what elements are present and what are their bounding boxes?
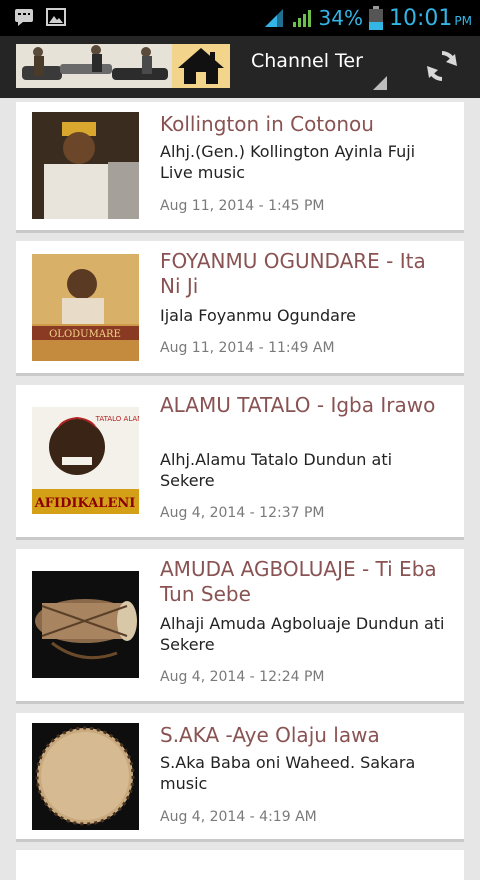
item-title: FOYANMU OGUNDARE - Ita Ni Ji bbox=[160, 249, 426, 298]
item-date: Aug 4, 2014 - 4:19 AM bbox=[160, 809, 317, 825]
item-subtitle: Alhj.Alamu Tatalo Dundun ati Sekere bbox=[160, 450, 393, 490]
spinner-dropdown-icon[interactable] bbox=[373, 76, 387, 90]
message-notification-icon bbox=[15, 9, 33, 26]
app-logo-banner[interactable] bbox=[16, 44, 230, 88]
status-bar: 34% 10:01 PM bbox=[0, 0, 480, 36]
item-thumbnail: TATALO ALAMU AFIDIKALENI bbox=[32, 407, 139, 514]
item-date: Aug 4, 2014 - 12:24 PM bbox=[160, 669, 325, 685]
wifi-signal-icon bbox=[264, 9, 283, 27]
kollington-photo-image bbox=[32, 112, 139, 219]
album-badge-text: TATALO ALAMU bbox=[95, 415, 139, 423]
item-subtitle: Ijala Foyanmu Ogundare bbox=[160, 306, 357, 325]
frame-drum-image bbox=[32, 723, 139, 830]
list-item[interactable]: OLODUMARE FOYANMU OGUNDARE - Ita Ni Ji I… bbox=[16, 241, 464, 376]
talking-drum-image bbox=[32, 571, 139, 678]
item-date: Aug 11, 2014 - 11:49 AM bbox=[160, 340, 335, 356]
action-bar: Channel Ter bbox=[0, 36, 480, 98]
list-item[interactable]: TATALO ALAMU AFIDIKALENI ALAMU TATALO - … bbox=[16, 385, 464, 540]
image-notification-icon bbox=[46, 8, 66, 26]
list-item[interactable]: S.AKA -Aye Olaju lawa S.Aka Baba oni Wah… bbox=[16, 713, 464, 842]
home-button[interactable] bbox=[172, 44, 230, 88]
battery-icon bbox=[369, 6, 383, 30]
olodumare-album-cover-image: OLODUMARE bbox=[32, 254, 139, 361]
refresh-icon[interactable] bbox=[424, 48, 460, 84]
item-thumbnail bbox=[32, 112, 139, 219]
tatalo-album-cover-image: TATALO ALAMU AFIDIKALENI bbox=[32, 407, 139, 514]
item-title: S.AKA -Aye Olaju lawa bbox=[160, 723, 380, 747]
cell-signal-icon bbox=[292, 10, 311, 27]
item-subtitle: Alhj.(Gen.) Kollington Ayinla Fuji Live … bbox=[160, 142, 416, 182]
drummers-banner-image bbox=[16, 44, 172, 88]
item-date: Aug 4, 2014 - 12:37 PM bbox=[160, 505, 325, 521]
item-thumbnail bbox=[32, 571, 139, 678]
channel-spinner[interactable]: Channel Ter bbox=[251, 50, 363, 72]
battery-percentage: 34% bbox=[318, 6, 363, 30]
clock-ampm: PM bbox=[454, 14, 472, 28]
item-title: ALAMU TATALO - Igba Irawo bbox=[160, 393, 436, 417]
item-title: AMUDA AGBOLUAJE - Ti Eba Tun Sebe bbox=[160, 557, 437, 606]
album-title-text: AFIDIKALENI bbox=[34, 496, 136, 511]
clock-time: 10:01 bbox=[389, 5, 453, 31]
item-title: Kollington in Cotonou bbox=[160, 112, 374, 136]
list-item[interactable]: AMUDA AGBOLUAJE - Ti Eba Tun Sebe Alhaji… bbox=[16, 549, 464, 704]
list-item[interactable] bbox=[16, 850, 464, 880]
album-text: OLODUMARE bbox=[49, 329, 121, 340]
list-item[interactable]: Kollington in Cotonou Alhj.(Gen.) Kollin… bbox=[16, 102, 464, 233]
item-thumbnail bbox=[32, 723, 139, 830]
item-subtitle: S.Aka Baba oni Waheed. Sakara music bbox=[160, 753, 416, 793]
item-thumbnail: OLODUMARE bbox=[32, 254, 139, 361]
home-icon bbox=[178, 48, 224, 84]
item-date: Aug 11, 2014 - 1:45 PM bbox=[160, 198, 325, 214]
item-subtitle: Alhaji Amuda Agboluaje Dundun ati Sekere bbox=[160, 614, 445, 654]
